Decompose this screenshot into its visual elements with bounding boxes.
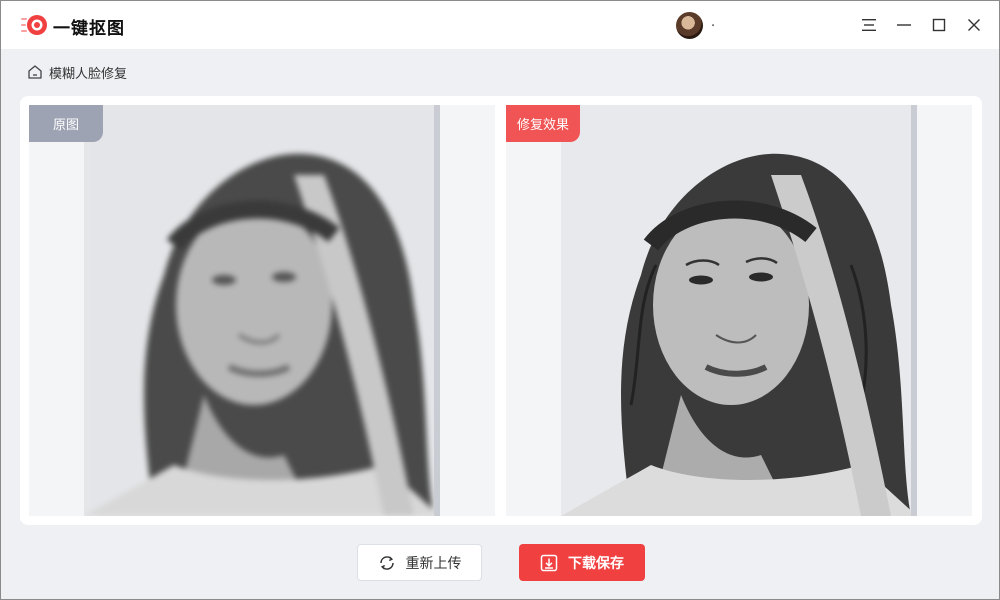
result-photo bbox=[561, 105, 917, 516]
menu-icon[interactable] bbox=[857, 13, 881, 37]
home-icon[interactable] bbox=[27, 64, 43, 80]
title-bar: 一键抠图 . bbox=[1, 1, 999, 49]
result-image-box: 修复效果 bbox=[506, 105, 972, 516]
refresh-icon bbox=[379, 555, 394, 570]
download-button[interactable]: 下载保存 bbox=[519, 544, 645, 581]
maximize-icon[interactable] bbox=[927, 13, 951, 37]
breadcrumb: 模糊人脸修复 bbox=[27, 63, 128, 82]
photo-edge bbox=[434, 105, 440, 516]
result-tag: 修复效果 bbox=[506, 105, 581, 142]
app-logo-icon bbox=[21, 15, 47, 35]
original-tag: 原图 bbox=[29, 105, 104, 142]
close-icon[interactable] bbox=[962, 13, 986, 37]
app-title: 一键抠图 bbox=[53, 19, 125, 39]
reupload-button[interactable]: 重新上传 bbox=[357, 544, 482, 581]
original-photo bbox=[84, 105, 440, 516]
original-image-box: 原图 bbox=[29, 105, 495, 516]
photo-edge bbox=[911, 105, 917, 516]
reupload-label: 重新上传 bbox=[405, 555, 462, 572]
download-label: 下载保存 bbox=[568, 555, 624, 572]
minimize-icon[interactable] bbox=[892, 13, 916, 37]
breadcrumb-label: 模糊人脸修复 bbox=[49, 66, 128, 82]
user-avatar[interactable] bbox=[676, 12, 703, 39]
user-name[interactable]: . bbox=[711, 15, 715, 30]
compare-panel: 原图 修复效果 bbox=[20, 96, 982, 525]
download-icon bbox=[540, 554, 558, 571]
